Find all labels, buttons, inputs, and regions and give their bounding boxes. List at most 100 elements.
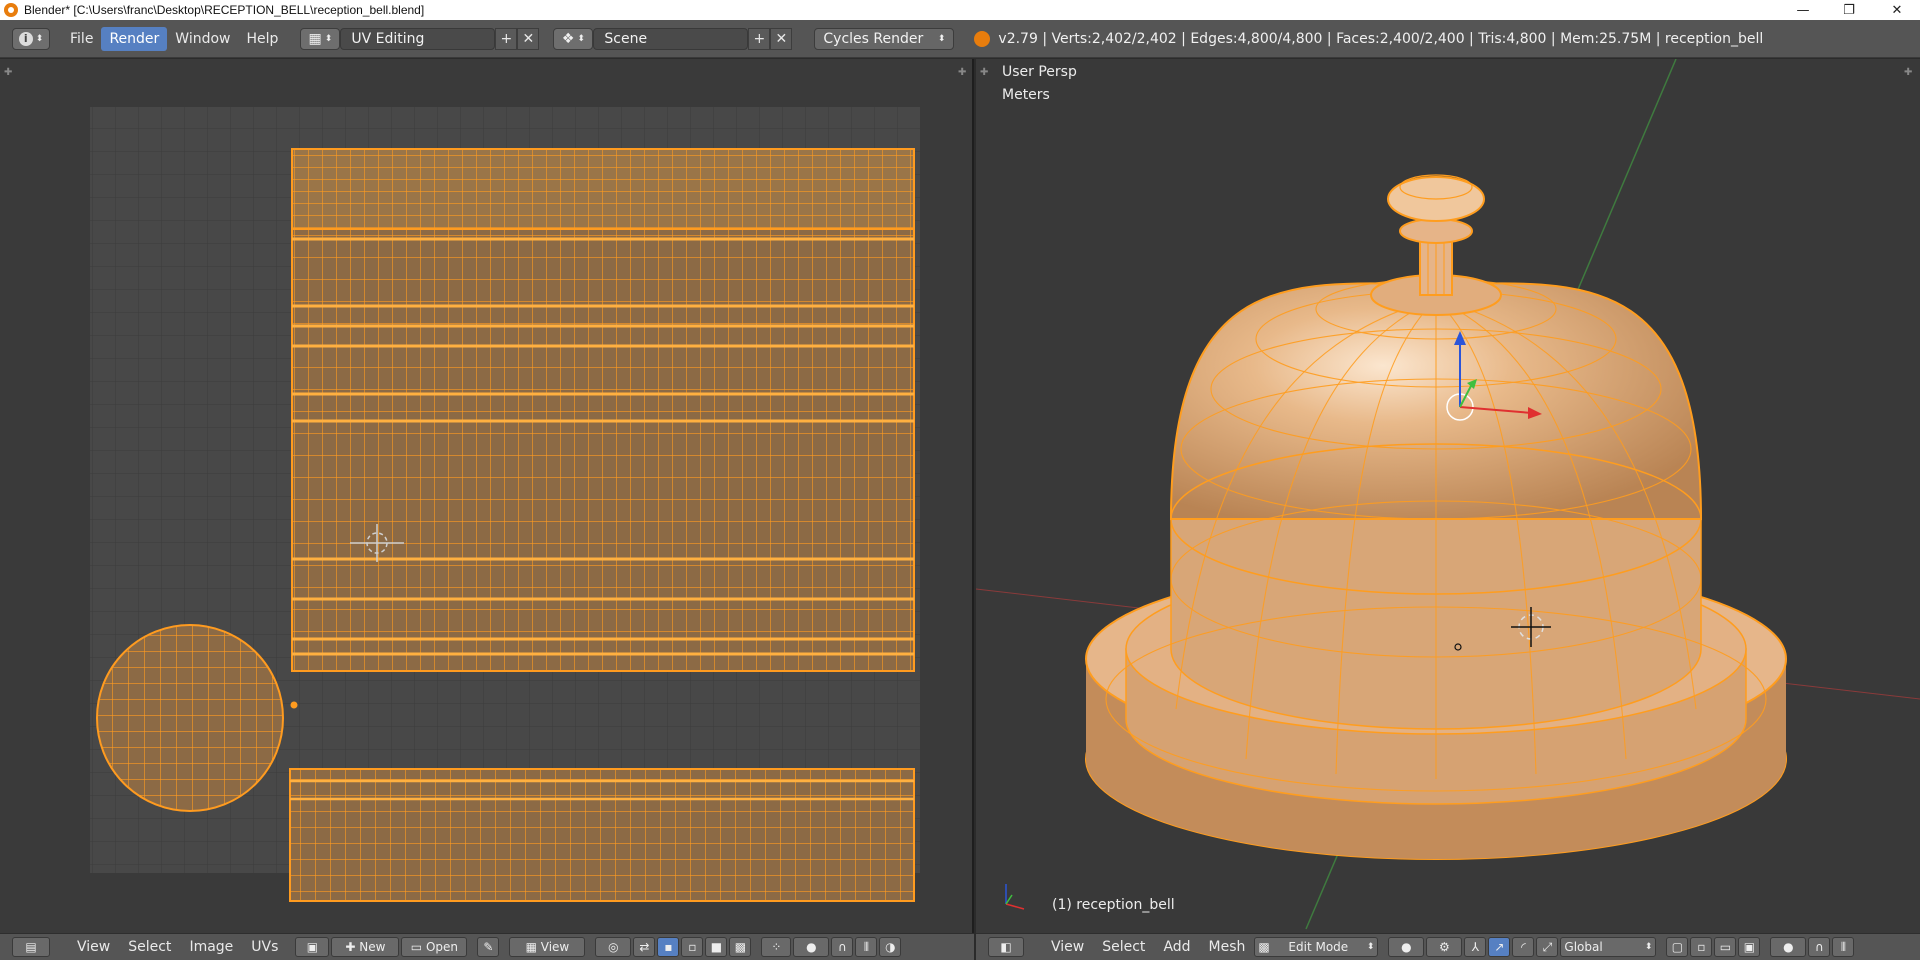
face-select-mode-icon[interactable]: ▣	[1738, 937, 1761, 957]
render-engine-label: Cycles Render	[823, 30, 924, 47]
chevron-updown-icon: ⬍	[1366, 942, 1375, 952]
scene-selector[interactable]: ❖ ⬍	[553, 27, 594, 50]
chevron-updown-icon: ⬍	[577, 33, 585, 44]
sticky-select-icon: ⁘	[771, 940, 782, 954]
pivot-point-dropdown[interactable]: ⚙	[1426, 937, 1463, 957]
add-layout-icon[interactable]: +	[495, 27, 518, 50]
new-image-button[interactable]: ✚ New	[331, 937, 400, 957]
viewport-shading-dropdown[interactable]: ●	[1388, 937, 1425, 957]
pivot-dropdown[interactable]: ◎	[595, 937, 632, 957]
uv-menu-uvs[interactable]: UVs	[242, 939, 287, 955]
view-mode-label: View	[540, 940, 570, 954]
snap-toggle-icon[interactable]: ∩	[831, 937, 854, 957]
remove-layout-icon[interactable]: ✕	[517, 27, 540, 50]
transform-orientation-dropdown[interactable]: Global ⬍	[1560, 937, 1657, 957]
screen-layout-name[interactable]: UV Editing	[340, 27, 496, 50]
uv-menu-image[interactable]: Image	[180, 939, 242, 955]
info-header: i ⬍ File Render Window Help ▦ ⬍ UV Editin…	[0, 20, 1920, 58]
shading-solid-icon: ●	[1401, 940, 1412, 954]
uv-island-main	[291, 228, 915, 672]
edge-select-icon[interactable]: ▫	[681, 937, 704, 957]
edit-mode-icon: ▩	[1258, 940, 1270, 954]
chevron-updown-icon: ⬍	[937, 33, 946, 44]
new-image-label: New	[359, 940, 386, 954]
blender-logo-icon	[4, 3, 18, 17]
sync-selection-icon[interactable]: ⇄	[633, 937, 656, 957]
uv-image-editor[interactable]: ✚ ✚	[0, 59, 974, 933]
cube-icon: ◧	[1000, 940, 1012, 954]
image-editor-icon: ▤	[25, 940, 37, 954]
snap-icon[interactable]: ∩	[1808, 937, 1831, 957]
open-image-button[interactable]: ▭ Open	[401, 937, 468, 957]
add-scene-icon[interactable]: +	[748, 27, 771, 50]
plus-icon: ✚	[345, 940, 356, 954]
uv-canvas[interactable]	[0, 59, 974, 933]
mode-dropdown[interactable]: ▩ Edit Mode ⬍	[1254, 937, 1379, 957]
snap-target-icon[interactable]: ⫴	[855, 937, 878, 957]
layer-button-icon[interactable]: ▢	[1666, 937, 1689, 957]
window-titlebar: Blender* [C:\Users\franc\Desktop\RECEPTI…	[0, 0, 1920, 20]
mode-label: Edit Mode	[1288, 940, 1349, 954]
editor-type-info-button[interactable]: i ⬍	[12, 27, 50, 50]
rotate-manipulator-icon[interactable]: ◜	[1512, 937, 1535, 957]
view-axis-gizmo	[1005, 884, 1025, 910]
uv-menu-view[interactable]: View	[68, 939, 119, 955]
scene-name[interactable]: Scene	[593, 27, 749, 50]
face-select-icon[interactable]: ■	[705, 937, 728, 957]
vertex-select-mode-icon[interactable]: ▫	[1690, 937, 1713, 957]
minimize-button[interactable]: —	[1780, 0, 1826, 20]
viewport-menu-mesh[interactable]: Mesh	[1200, 939, 1255, 955]
image-browse-button[interactable]: ▣	[295, 937, 330, 957]
editor-type-uv-button[interactable]: ▤	[12, 937, 50, 957]
image-browse-icon: ▣	[306, 940, 319, 954]
folder-icon: ▭	[410, 940, 423, 954]
viewport-menu-view[interactable]: View	[1042, 939, 1093, 955]
close-button[interactable]: ✕	[1874, 0, 1920, 20]
snap-element-icon[interactable]: ⫴	[1832, 937, 1855, 957]
active-object-label: (1) reception_bell	[1052, 897, 1175, 913]
info-icon: i	[18, 31, 33, 46]
pin-icon[interactable]: ✎	[477, 937, 500, 957]
menu-file[interactable]: File	[62, 27, 101, 51]
layout-grid-icon: ▦	[308, 30, 322, 47]
vertex-select-icon[interactable]: ▪	[657, 937, 680, 957]
viewport-menu-add[interactable]: Add	[1154, 939, 1199, 955]
proportional-edit-dropdown[interactable]: ●	[793, 937, 830, 957]
editor-type-3d-button[interactable]: ◧	[988, 937, 1024, 957]
scene-icon: ❖	[561, 30, 575, 47]
blender-stats-icon	[974, 30, 991, 47]
view-mode-dropdown[interactable]: ▦ View	[509, 937, 586, 957]
3d-viewport[interactable]: User Persp Meters ✚ ✚ (1) reception_bell	[976, 59, 1920, 933]
viewport-canvas[interactable]	[976, 59, 1920, 933]
manipulator-toggle-icon[interactable]: ⅄	[1464, 937, 1487, 957]
translate-manipulator-icon[interactable]: ↗	[1488, 937, 1511, 957]
uv-menu-select[interactable]: Select	[119, 939, 180, 955]
island-select-icon[interactable]: ▩	[729, 937, 752, 957]
remove-scene-icon[interactable]: ✕	[770, 27, 793, 50]
chevron-updown-icon: ⬍	[35, 33, 44, 44]
proportional-editing-dropdown[interactable]: ●	[1770, 937, 1807, 957]
viewport-menu-select[interactable]: Select	[1093, 939, 1154, 955]
menu-window[interactable]: Window	[167, 27, 238, 51]
viewport-header: ◧ View Select Add Mesh ▩ Edit Mode ⬍ ● ⚙…	[976, 933, 1920, 960]
sticky-select-dropdown[interactable]: ⁘	[761, 937, 792, 957]
uv-editor-header: ▤ View Select Image UVs ▣ ✚ New ▭ Open ✎…	[0, 933, 974, 960]
view-mode-icon: ▦	[525, 940, 537, 954]
proportional-editing-icon: ●	[1783, 940, 1794, 954]
pivot-icon: ◎	[608, 940, 619, 954]
proportional-edit-icon: ●	[806, 940, 817, 954]
restore-button[interactable]: ❐	[1826, 0, 1872, 20]
menu-render[interactable]: Render	[101, 26, 168, 51]
orientation-label: Global	[1564, 940, 1603, 954]
edge-select-mode-icon[interactable]: ▭	[1714, 937, 1737, 957]
screen-layout-selector[interactable]: ▦ ⬍	[300, 27, 341, 50]
window-title: Blender* [C:\Users\franc\Desktop\RECEPTI…	[24, 3, 425, 17]
render-engine-dropdown[interactable]: Cycles Render ⬍	[814, 27, 955, 50]
pivot-point-icon: ⚙	[1439, 940, 1450, 954]
menu-help[interactable]: Help	[238, 27, 286, 51]
chevron-updown-icon: ⬍	[1644, 942, 1653, 952]
scale-manipulator-icon[interactable]: ⤢	[1536, 937, 1559, 957]
scene-statistics: v2.79 | Verts:2,402/2,402 | Edges:4,800/…	[998, 30, 1764, 47]
overlay-toggle-icon[interactable]: ◑	[879, 937, 902, 957]
open-image-label: Open	[425, 940, 459, 954]
